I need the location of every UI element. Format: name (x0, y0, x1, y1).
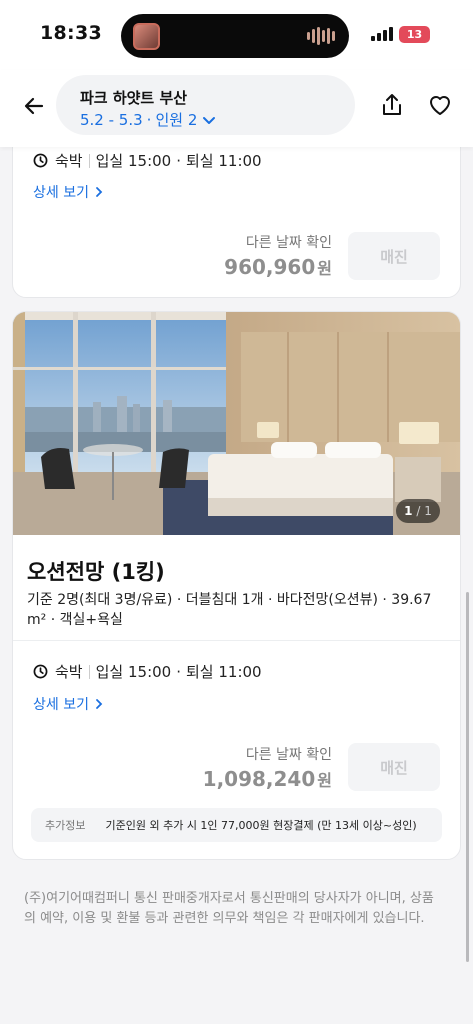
chevron-right-icon (96, 187, 103, 197)
chevron-down-icon (203, 116, 216, 124)
dot-separator: · (176, 662, 181, 681)
stay-info-row: 숙박 입실 15:00 · 퇴실 11:00 (33, 150, 262, 171)
top-header: 파크 하얏트 부산 5.2 - 5.3 · 인원 2 (0, 70, 473, 147)
detail-link[interactable]: 상세 보기 (33, 182, 104, 202)
checkin-time: 입실 15:00 (95, 152, 172, 170)
detail-link-label: 상세 보기 (33, 697, 89, 713)
share-icon (383, 94, 401, 115)
back-button[interactable] (20, 92, 48, 120)
soldout-button[interactable]: 매진 (348, 232, 440, 280)
clock-icon (33, 153, 48, 168)
chevron-right-icon (96, 699, 103, 709)
back-arrow-icon (24, 97, 44, 115)
room-price: 960,960 원 (224, 255, 332, 279)
image-counter-current: 1 (404, 504, 413, 518)
price-value: 1,098,240 (202, 767, 316, 791)
legal-disclaimer: (주)여기어때컴퍼니 통신 판매중개자로서 통신판매의 당사자가 아니며, 상품… (24, 891, 434, 926)
dynamic-island[interactable] (121, 14, 349, 58)
divider (88, 664, 90, 679)
room-photo[interactable]: 1 / 1 (13, 312, 460, 535)
room-photo-image (13, 312, 460, 535)
soldout-button[interactable]: 매진 (348, 743, 440, 791)
stay-type: 숙박 (55, 152, 83, 170)
stay-type: 숙박 (55, 663, 83, 681)
heart-icon (430, 96, 450, 115)
audio-waveform-icon (307, 26, 335, 46)
stay-dates: 5.2 - 5.3 (80, 110, 143, 129)
room-title: 오션전망 (1킹) (27, 560, 165, 584)
room-description: 기준 2명(최대 3명/유료) · 더블침대 1개 · 바다전망(오션뷰) · … (27, 592, 432, 628)
search-summary-pill[interactable]: 파크 하얏트 부산 5.2 - 5.3 · 인원 2 (56, 75, 355, 135)
image-counter: 1 / 1 (396, 499, 440, 523)
other-date-check[interactable]: 다른 날짜 확인 (246, 232, 332, 252)
checkin-time: 입실 15:00 (95, 663, 172, 681)
share-button[interactable] (378, 91, 406, 119)
battery-indicator: 13 (399, 26, 430, 43)
hotel-name: 파크 하얏트 부산 (80, 89, 188, 107)
dot-separator: · (176, 151, 181, 170)
currency-label: 원 (317, 771, 332, 790)
room-price: 1,098,240 원 (203, 767, 332, 791)
checkout-time: 퇴실 11:00 (186, 152, 262, 170)
other-date-check[interactable]: 다른 날짜 확인 (246, 744, 332, 764)
checkout-time: 퇴실 11:00 (186, 663, 262, 681)
detail-link[interactable]: 상세 보기 (33, 694, 104, 714)
extra-info-label: 추가정보 (45, 819, 86, 832)
section-divider (13, 640, 460, 641)
detail-link-label: 상세 보기 (33, 185, 89, 201)
room-card-ocean-view: 1 / 1 오션전망 (1킹) 기준 2명(최대 3명/유료) · 더블침대 1… (12, 311, 461, 860)
image-counter-total: / 1 (416, 504, 432, 518)
currency-label: 원 (317, 259, 332, 278)
clock-icon (33, 664, 48, 679)
cellular-signal-icon (371, 26, 393, 41)
dot-separator: · (146, 110, 152, 129)
status-time: 18:33 (40, 22, 102, 44)
favorite-button[interactable] (426, 91, 454, 119)
price-value: 960,960 (224, 255, 316, 279)
divider (88, 153, 90, 168)
extra-info-box: 추가정보 기준인원 외 추가 시 1인 77,000원 현장결제 (만 13세 … (31, 808, 442, 842)
status-bar: 18:33 13 (0, 0, 473, 70)
extra-info-text: 기준인원 외 추가 시 1인 77,000원 현장결제 (만 13세 이상~성인… (105, 819, 417, 832)
stay-info-row: 숙박 입실 15:00 · 퇴실 11:00 (33, 661, 262, 682)
scrollbar[interactable] (466, 592, 469, 962)
guest-count: 인원 2 (155, 111, 198, 129)
now-playing-artwork (133, 23, 160, 50)
search-conditions[interactable]: 5.2 - 5.3 · 인원 2 (80, 109, 217, 130)
